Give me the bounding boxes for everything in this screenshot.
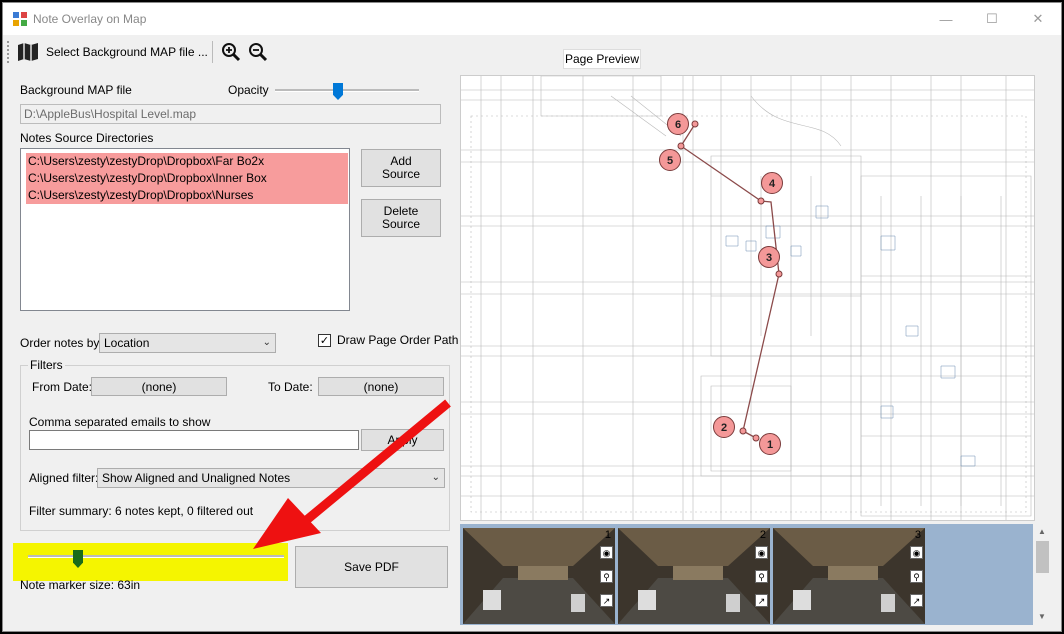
app-window: Note Overlay on Map — ☐ ✕ Select Backgro… xyxy=(2,2,1062,632)
annotation-arrow xyxy=(253,399,451,549)
